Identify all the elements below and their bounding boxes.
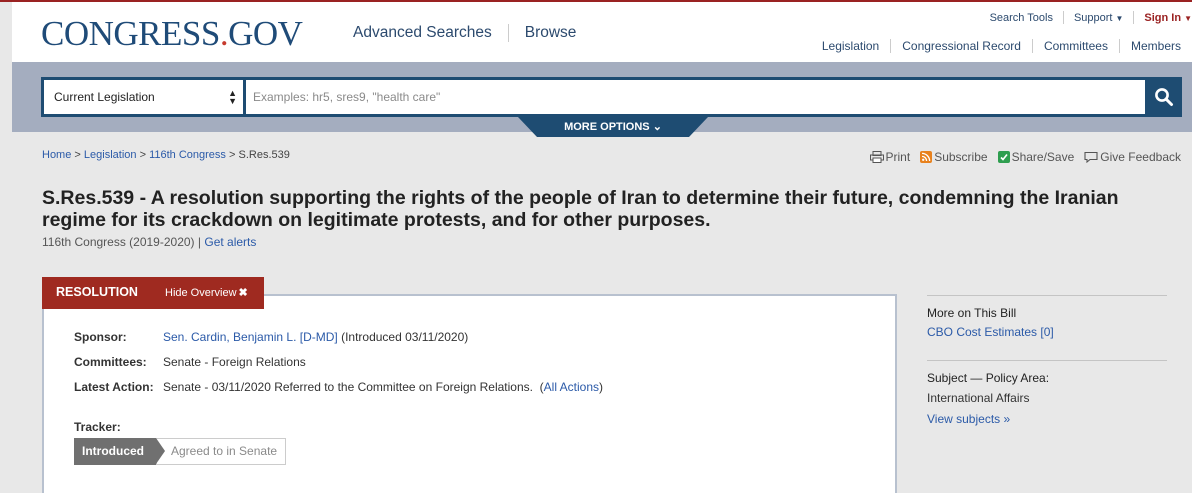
sign-in-label: Sign In bbox=[1144, 11, 1182, 24]
tracker-step-introduced: Introduced bbox=[74, 438, 165, 465]
speech-bubble-icon bbox=[1084, 151, 1098, 163]
breadcrumb: Home > Legislation > 116th Congress > S.… bbox=[42, 149, 290, 161]
more-options-label: MORE OPTIONS bbox=[564, 121, 650, 133]
subnav-divider bbox=[1031, 39, 1033, 53]
subnav-divider bbox=[1118, 39, 1120, 53]
latest-action-value: Senate - 03/11/2020 Referred to the Comm… bbox=[163, 380, 604, 394]
subnav-committees[interactable]: Committees bbox=[1044, 39, 1108, 53]
breadcrumb-home[interactable]: Home bbox=[42, 149, 71, 161]
policy-area-value: International Affairs bbox=[927, 391, 1030, 405]
committees-label: Committees: bbox=[74, 355, 147, 369]
all-actions-link[interactable]: All Actions bbox=[544, 380, 599, 394]
breadcrumb-current: S.Res.539 bbox=[238, 149, 290, 161]
print-icon bbox=[869, 151, 884, 163]
share-save-button[interactable]: Share/Save bbox=[997, 150, 1075, 164]
congress-separator: | bbox=[197, 235, 202, 249]
close-icon: ✖ bbox=[238, 287, 248, 299]
overview-tab: RESOLUTION Hide Overview ✖ bbox=[42, 277, 264, 309]
search-band: Current Legislation ▲▼ MORE OPTIONS ⌄ bbox=[12, 62, 1192, 137]
support-label: Support bbox=[1073, 11, 1113, 24]
sidebar-divider-top bbox=[927, 295, 1167, 296]
hide-overview-label: Hide Overview bbox=[165, 287, 237, 299]
search-box: Current Legislation ▲ ▼ bbox=[41, 77, 1182, 117]
logo-text: CONGRESS bbox=[41, 14, 220, 53]
support-menu[interactable]: Support ▼ bbox=[1074, 12, 1123, 24]
committees-value: Senate - Foreign Relations bbox=[163, 355, 306, 369]
share-save-label: Share/Save bbox=[1011, 150, 1075, 164]
sponsor-link[interactable]: Sen. Cardin, Benjamin L. [D-MD] bbox=[163, 330, 338, 344]
subnav-legislation[interactable]: Legislation bbox=[822, 39, 879, 53]
give-feedback-button[interactable]: Give Feedback bbox=[1084, 150, 1181, 164]
more-options-toggle[interactable]: MORE OPTIONS ⌄ bbox=[518, 117, 708, 137]
tracker: Introduced Agreed to in Senate bbox=[74, 438, 287, 465]
chevron-down-icon: ⌄ bbox=[652, 121, 662, 133]
site-header: CONGRESS.GOV Advanced Searches Browse Se… bbox=[12, 2, 1192, 62]
latest-action-label: Latest Action: bbox=[74, 380, 154, 394]
subnav-divider bbox=[890, 39, 892, 53]
main-nav: Advanced Searches Browse bbox=[353, 24, 576, 42]
breadcrumb-separator: > bbox=[139, 149, 146, 161]
tracker-step-agreed-senate: Agreed to in Senate bbox=[156, 438, 287, 465]
sponsor-label: Sponsor: bbox=[74, 330, 127, 344]
share-icon bbox=[997, 151, 1010, 163]
subnav-congressional-record[interactable]: Congressional Record bbox=[902, 39, 1021, 53]
search-scope-value: Current Legislation bbox=[54, 90, 155, 104]
sub-nav: Legislation Congressional Record Committ… bbox=[822, 39, 1181, 53]
view-subjects-row: View subjects » bbox=[927, 412, 1167, 426]
more-on-bill-heading: More on This Bill bbox=[927, 306, 1017, 320]
resolution-label: RESOLUTION bbox=[56, 285, 138, 299]
logo-dot: . bbox=[219, 14, 229, 53]
view-subjects-link[interactable]: View subjects » bbox=[927, 412, 1010, 426]
caret-down-icon: ▼ bbox=[1184, 13, 1192, 23]
site-logo[interactable]: CONGRESS.GOV bbox=[41, 14, 303, 54]
subnav-members[interactable]: Members bbox=[1131, 39, 1181, 53]
sponsor-introduced: (Introduced 03/11/2020) bbox=[341, 330, 469, 344]
print-button[interactable]: Print bbox=[869, 150, 911, 164]
utility-divider bbox=[1133, 11, 1135, 24]
bill-title: S.Res.539 - A resolution supporting the … bbox=[42, 187, 1119, 231]
caret-down-icon: ▼ bbox=[1115, 13, 1124, 23]
select-arrows-icon: ▲ ▼ bbox=[228, 88, 237, 106]
print-label: Print bbox=[885, 150, 911, 164]
breadcrumb-separator: > bbox=[74, 149, 81, 161]
breadcrumb-congress[interactable]: 116th Congress bbox=[149, 149, 226, 161]
breadcrumb-separator: > bbox=[228, 149, 236, 161]
congress-line: 116th Congress (2019-2020) | Get alerts bbox=[42, 235, 256, 249]
nav-divider bbox=[507, 24, 509, 42]
policy-area-heading: Subject — Policy Area: bbox=[927, 371, 1050, 385]
page-tools: Print Subscribe Share/Save Give Feedback bbox=[860, 150, 1181, 164]
give-feedback-label: Give Feedback bbox=[1100, 150, 1181, 164]
congress-session: 116th Congress (2019-2020) bbox=[42, 235, 195, 249]
sponsor-value: Sen. Cardin, Benjamin L. [D-MD] (Introdu… bbox=[163, 330, 468, 344]
search-button[interactable] bbox=[1146, 77, 1182, 117]
sign-in-menu[interactable]: Sign In ▼ bbox=[1144, 12, 1192, 24]
search-tools-link[interactable]: Search Tools bbox=[990, 12, 1053, 24]
subscribe-label: Subscribe bbox=[934, 150, 988, 164]
utility-divider bbox=[1062, 11, 1064, 24]
breadcrumb-legislation[interactable]: Legislation bbox=[84, 149, 137, 161]
nav-browse[interactable]: Browse bbox=[525, 24, 577, 42]
overview-card: Sponsor: Sen. Cardin, Benjamin L. [D-MD]… bbox=[42, 294, 897, 493]
search-icon bbox=[1155, 88, 1173, 106]
tracker-label: Tracker: bbox=[74, 420, 121, 434]
search-scope-select[interactable]: Current Legislation ▲ ▼ bbox=[44, 80, 243, 114]
cbo-row: CBO Cost Estimates [0] bbox=[927, 325, 1167, 339]
nav-advanced-searches[interactable]: Advanced Searches bbox=[353, 24, 492, 42]
subscribe-button[interactable]: Subscribe bbox=[920, 150, 988, 164]
utility-nav: Search Tools Support ▼ Sign In ▼ bbox=[990, 11, 1192, 24]
rss-icon bbox=[920, 151, 933, 163]
get-alerts-link[interactable]: Get alerts bbox=[204, 235, 256, 249]
latest-action-text: Senate - 03/11/2020 Referred to the Comm… bbox=[163, 380, 533, 394]
cbo-cost-estimates-link[interactable]: CBO Cost Estimates [0] bbox=[927, 325, 1054, 339]
sidebar-divider-mid bbox=[927, 360, 1167, 361]
search-input[interactable] bbox=[246, 80, 1145, 114]
logo-tld: GOV bbox=[228, 14, 303, 53]
hide-overview-button[interactable]: Hide Overview ✖ bbox=[165, 286, 248, 299]
